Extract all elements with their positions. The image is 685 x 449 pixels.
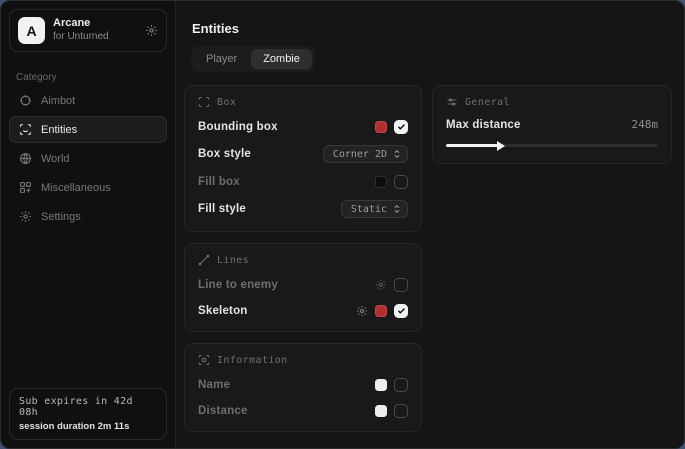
sidebar-item-label: Entities [41, 124, 77, 136]
dropdown-value: Static [351, 204, 387, 215]
color-swatch[interactable] [375, 121, 387, 133]
gear-icon[interactable] [356, 305, 368, 317]
slider-thumb[interactable] [497, 141, 505, 151]
user-card: A Arcane for Unturned [9, 9, 167, 52]
app-logo: A [18, 17, 45, 44]
lines-card: Lines Line to enemy Skeleton [184, 243, 422, 332]
setting-label: Distance [198, 405, 248, 417]
chevrons-up-down-icon [392, 204, 402, 214]
setting-row-fill-box: Fill box [198, 174, 408, 189]
sidebar-item-label: Aimbot [41, 95, 75, 107]
sidebar-item-world[interactable]: World [9, 145, 167, 172]
setting-row-fill-style: Fill style Static [198, 200, 408, 218]
checkbox-checked[interactable] [394, 120, 408, 134]
color-swatch[interactable] [375, 379, 387, 391]
gear-icon[interactable] [375, 279, 387, 291]
setting-row-name: Name [198, 377, 408, 392]
slider-value: 248m [632, 118, 659, 131]
dropdown-value: Corner 2D [333, 149, 387, 160]
sidebar-item-label: World [41, 153, 70, 165]
color-swatch[interactable] [375, 405, 387, 417]
subscription-card: Sub expires in 42d 08h session duration … [9, 388, 167, 440]
setting-row-box-style: Box style Corner 2D [198, 145, 408, 163]
sidebar-nav: Aimbot Entities World Miscellaneous [1, 87, 175, 230]
sidebar-item-label: Miscellaneous [41, 182, 111, 194]
box-card: Box Bounding box Box style [184, 85, 422, 232]
session-duration-text: session duration 2m 11s [19, 421, 157, 432]
entity-tabs: Player Zombie [191, 46, 315, 72]
globe-icon [19, 152, 32, 165]
setting-label: Skeleton [198, 305, 248, 317]
setting-row-max-distance: Max distance 248m [446, 118, 658, 131]
checkbox-checked[interactable] [394, 304, 408, 318]
sidebar-item-settings[interactable]: Settings [9, 203, 167, 230]
app-window: A Arcane for Unturned Category Aimbot [0, 0, 685, 449]
tab-player[interactable]: Player [194, 49, 249, 69]
setting-row-skeleton: Skeleton [198, 303, 408, 318]
scan-face-icon [19, 123, 32, 136]
sidebar-item-miscellaneous[interactable]: Miscellaneous [9, 174, 167, 201]
setting-label: Line to enemy [198, 279, 278, 291]
checkbox-unchecked[interactable] [394, 404, 408, 418]
card-title: Lines [217, 255, 249, 266]
setting-label: Box style [198, 148, 251, 160]
setting-row-bounding-box: Bounding box [198, 119, 408, 134]
tab-zombie[interactable]: Zombie [251, 49, 312, 69]
setting-label: Bounding box [198, 121, 278, 133]
sliders-icon [446, 96, 458, 108]
box-style-dropdown[interactable]: Corner 2D [323, 145, 408, 163]
page-title: Entities [192, 21, 672, 36]
slider-fill [446, 144, 499, 147]
app-name: Arcane [53, 17, 137, 31]
sidebar-item-entities[interactable]: Entities [9, 116, 167, 143]
slash-icon [198, 254, 210, 266]
gear-icon [19, 210, 32, 223]
category-label: Category [16, 72, 160, 83]
sidebar-item-label: Settings [41, 211, 81, 223]
checkbox-unchecked[interactable] [394, 175, 408, 189]
main-content: Entities Player Zombie Box Bounding box [176, 1, 684, 448]
setting-label: Fill style [198, 203, 246, 215]
sidebar: A Arcane for Unturned Category Aimbot [1, 1, 176, 448]
card-title: Box [217, 97, 236, 108]
chevrons-up-down-icon [392, 149, 402, 159]
app-subtitle: for Unturned [53, 31, 137, 44]
setting-label: Fill box [198, 176, 240, 188]
gear-icon[interactable] [145, 24, 158, 37]
sidebar-item-aimbot[interactable]: Aimbot [9, 87, 167, 114]
fill-style-dropdown[interactable]: Static [341, 200, 408, 218]
checkbox-unchecked[interactable] [394, 378, 408, 392]
checkbox-unchecked[interactable] [394, 278, 408, 292]
setting-label: Name [198, 379, 230, 391]
general-card: General Max distance 248m [432, 85, 672, 164]
max-distance-slider[interactable] [446, 140, 658, 150]
scan-search-icon [198, 354, 210, 366]
color-swatch[interactable] [375, 176, 387, 188]
color-swatch[interactable] [375, 305, 387, 317]
scan-icon [198, 96, 210, 108]
setting-row-distance: Distance [198, 403, 408, 418]
boxes-icon [19, 181, 32, 194]
card-title: Information [217, 355, 288, 366]
crosshair-icon [19, 94, 32, 107]
card-title: General [465, 97, 510, 108]
setting-label: Max distance [446, 119, 521, 131]
sub-expiry-text: Sub expires in 42d 08h [19, 396, 157, 418]
information-card: Information Name Distance [184, 343, 422, 432]
setting-row-line-to-enemy: Line to enemy [198, 277, 408, 292]
